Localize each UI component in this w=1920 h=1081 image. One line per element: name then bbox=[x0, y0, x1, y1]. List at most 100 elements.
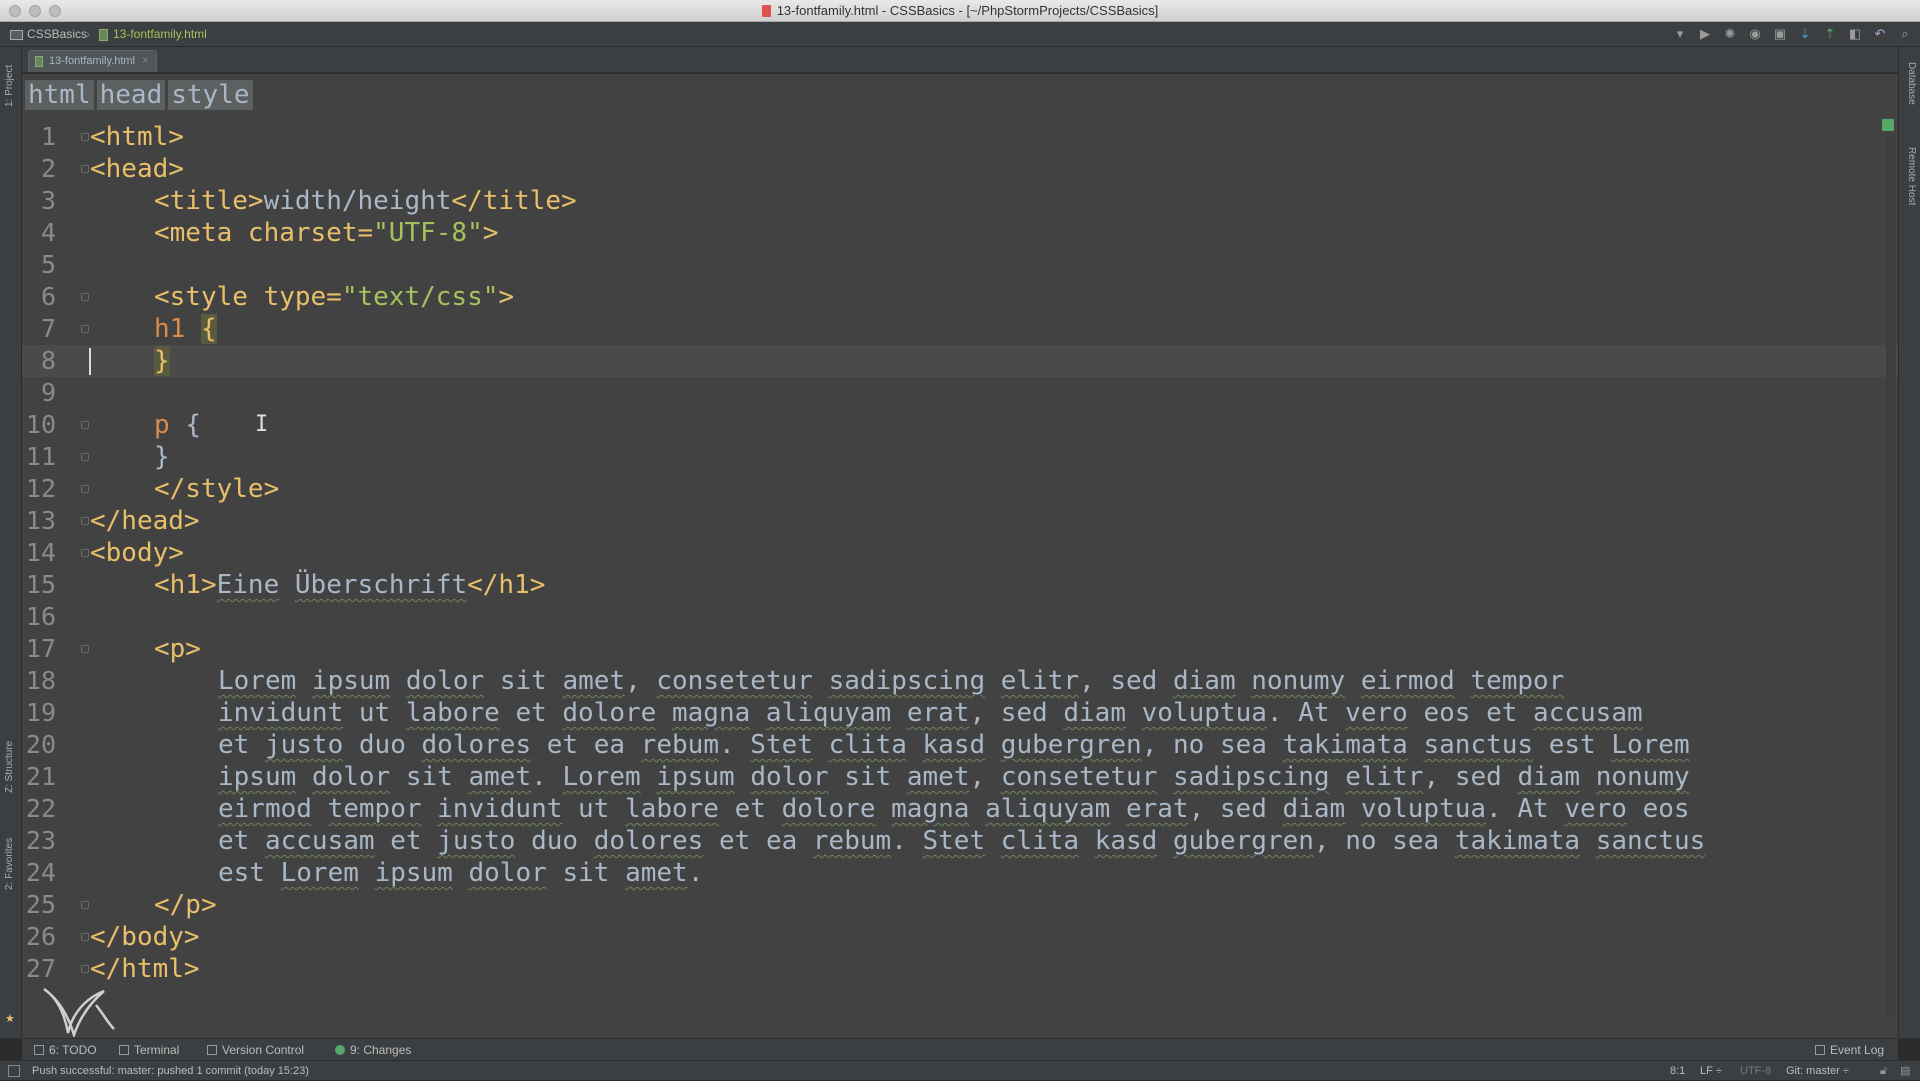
memory-indicator-icon[interactable]: ▤ bbox=[1900, 1061, 1910, 1081]
fold-marker[interactable] bbox=[81, 645, 89, 653]
tab-13-fontfamily[interactable]: 13-fontfamily.html × bbox=[28, 50, 158, 72]
remote-host-panel-tab[interactable]: Remote Host bbox=[1906, 147, 1917, 205]
crumb-separator: › bbox=[86, 27, 90, 41]
version-control-icon bbox=[207, 1045, 217, 1055]
debug-icon[interactable]: ✺ bbox=[1721, 25, 1739, 43]
fold-marker[interactable] bbox=[81, 965, 89, 973]
file-encoding[interactable]: UTF-8 bbox=[1740, 1061, 1771, 1081]
fold-marker[interactable] bbox=[81, 933, 89, 941]
ibeam-cursor-icon: I bbox=[255, 412, 269, 437]
compare-icon[interactable]: ◧ bbox=[1846, 25, 1864, 43]
caret-position[interactable]: 8:1 bbox=[1670, 1061, 1685, 1081]
version-control-tool-button[interactable]: Version Control bbox=[207, 1039, 304, 1061]
code-line-23: 23 et accusam et justo duo dolores et ea … bbox=[25, 826, 1706, 856]
project-panel-tab[interactable]: 1: Project bbox=[4, 65, 15, 107]
star-icon: ★ bbox=[5, 1013, 15, 1025]
code-lines: 1 <html> 2 <head> 3 <title>width/height</ti… bbox=[22, 121, 1898, 985]
run-icon[interactable]: ▶ bbox=[1696, 25, 1714, 43]
window-title: 13-fontfamily.html - CSSBasics - [~/PhpS… bbox=[776, 3, 1159, 18]
breadcrumb-html[interactable]: html bbox=[25, 80, 94, 110]
code-line-18: 18 Lorem ipsum dolor sit amet, consetetur… bbox=[25, 666, 1565, 696]
fold-marker[interactable] bbox=[81, 517, 89, 525]
todo-icon bbox=[34, 1045, 44, 1055]
folder-icon bbox=[10, 29, 23, 40]
code-line-6: 6 <style type="text/css"> bbox=[40, 282, 515, 312]
html-file-icon bbox=[35, 56, 43, 67]
code-line-25: 25 </p> bbox=[25, 890, 217, 920]
editor-tabs: 13-fontfamily.html × bbox=[22, 47, 1898, 73]
database-panel-tab[interactable]: Database bbox=[1906, 62, 1917, 105]
watermark-logo bbox=[43, 987, 115, 1037]
fold-marker[interactable] bbox=[81, 901, 89, 909]
code-line-11: 11} bbox=[25, 442, 170, 472]
nav-project-crumb[interactable]: CSSBasics bbox=[10, 22, 87, 47]
vcs-update-icon[interactable]: ⇣ bbox=[1796, 25, 1814, 43]
revert-icon[interactable]: ↶ bbox=[1871, 25, 1889, 43]
git-branch[interactable]: Git: master ÷ bbox=[1786, 1061, 1849, 1081]
code-line-7: 7 h1 { bbox=[40, 314, 217, 344]
close-tab-icon[interactable]: × bbox=[142, 51, 148, 72]
fold-marker[interactable] bbox=[81, 133, 89, 141]
line-separator[interactable]: LF ÷ bbox=[1700, 1061, 1722, 1081]
fold-marker[interactable] bbox=[81, 165, 89, 173]
minimize-window-button[interactable] bbox=[29, 5, 41, 17]
code-line-4: 4 <meta charset="UTF-8"> bbox=[40, 218, 499, 248]
left-tool-strip: 1: Project Z: Structure 2: Favorites ★ bbox=[0, 47, 22, 1038]
right-tool-strip: Database Remote Host bbox=[1898, 47, 1920, 1038]
event-log-tool-button[interactable]: Event Log bbox=[1815, 1039, 1884, 1061]
structure-panel-tab[interactable]: Z: Structure bbox=[4, 741, 15, 793]
main-toolbar: ▾ ▶ ✺ ◉ ▣ ⇣ ⇡ ◧ ↶ ⌕ bbox=[1671, 25, 1914, 43]
vertical-scrollbar[interactable] bbox=[1886, 136, 1896, 1016]
close-window-button[interactable] bbox=[9, 5, 21, 17]
code-line-13: 13 </head> bbox=[25, 506, 200, 536]
status-bar: Push successful: master: pushed 1 commit… bbox=[0, 1060, 1920, 1080]
html-file-icon bbox=[99, 28, 108, 41]
code-line-27: 27 </html> bbox=[25, 954, 200, 984]
vcs-commit-icon[interactable]: ⇡ bbox=[1821, 25, 1839, 43]
profile-icon[interactable]: ▣ bbox=[1771, 25, 1789, 43]
code-line-9: 9 bbox=[40, 378, 56, 407]
editor-breadcrumb: html head style bbox=[25, 80, 253, 110]
code-line-16: 16 bbox=[25, 602, 56, 631]
code-line-26: 26 </body> bbox=[25, 922, 200, 952]
fold-marker[interactable] bbox=[81, 453, 89, 461]
code-editor[interactable]: html head style 1 <html> 2 <head> 3 <title>… bbox=[22, 74, 1898, 1038]
terminal-tool-button[interactable]: Terminal bbox=[119, 1039, 179, 1061]
breadcrumb-head[interactable]: head bbox=[96, 80, 166, 110]
changes-tool-button[interactable]: 9: Changes bbox=[335, 1039, 411, 1061]
text-caret bbox=[89, 348, 91, 375]
phpstorm-window: 13-fontfamily.html - CSSBasics - [~/PhpS… bbox=[0, 0, 1920, 1080]
fold-marker[interactable] bbox=[81, 485, 89, 493]
coverage-icon[interactable]: ◉ bbox=[1746, 25, 1764, 43]
breadcrumb-style[interactable]: style bbox=[168, 80, 253, 110]
todo-tool-button[interactable]: 6: TODO bbox=[34, 1039, 97, 1061]
zoom-window-button[interactable] bbox=[49, 5, 61, 17]
code-line-14: 14 <body> bbox=[25, 538, 184, 568]
status-message[interactable]: Push successful: master: pushed 1 commit… bbox=[32, 1061, 309, 1081]
bottom-tool-bar: 6: TODO Terminal Version Control 9: Chan… bbox=[22, 1038, 1898, 1060]
html-file-icon bbox=[761, 5, 771, 17]
toggle-tool-windows-icon[interactable] bbox=[8, 1065, 20, 1077]
fold-marker[interactable] bbox=[81, 325, 89, 333]
code-line-3: 3 <title>width/height</title> bbox=[40, 186, 577, 216]
code-line-22: 22 eirmod tempor invidunt ut labore et do… bbox=[25, 794, 1690, 824]
fold-marker[interactable] bbox=[81, 293, 89, 301]
code-line-1: 1 <html> bbox=[40, 122, 184, 152]
event-log-icon bbox=[1815, 1045, 1825, 1055]
terminal-icon bbox=[119, 1045, 129, 1055]
nav-file-crumb[interactable]: 13-fontfamily.html bbox=[99, 22, 207, 47]
fold-marker[interactable] bbox=[81, 549, 89, 557]
code-line-21: 21 ipsum dolor sit amet. Lorem ipsum dolo… bbox=[25, 762, 1690, 792]
code-line-12: 12 </style> bbox=[25, 474, 280, 504]
lock-icon[interactable]: 🔓︎ bbox=[1880, 1061, 1887, 1081]
inspection-ok-icon[interactable] bbox=[1882, 119, 1894, 131]
code-line-2: 2 <head> bbox=[40, 154, 184, 184]
code-line-20: 20 et justo duo dolores et ea rebum. Stet… bbox=[25, 730, 1690, 760]
code-line-5: 5 bbox=[40, 250, 56, 279]
code-line-8: 8} bbox=[22, 345, 1898, 377]
favorites-panel-tab[interactable]: 2: Favorites bbox=[4, 838, 15, 890]
search-icon[interactable]: ⌕ bbox=[1896, 25, 1914, 43]
dropdown-icon[interactable]: ▾ bbox=[1671, 25, 1689, 43]
fold-marker[interactable] bbox=[81, 421, 89, 429]
code-line-10: 10 p { bbox=[25, 410, 201, 440]
